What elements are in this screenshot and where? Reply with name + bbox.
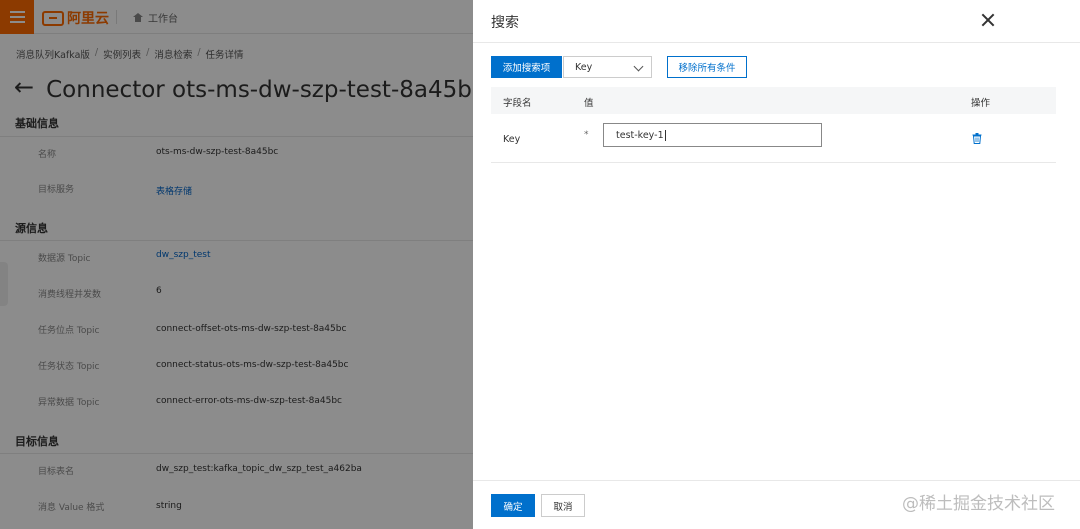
drawer-footer-divider [473, 480, 1080, 481]
add-search-item-button[interactable]: 添加搜索项 [491, 56, 562, 78]
condition-field-name: Key [503, 134, 521, 145]
text-cursor [664, 129, 666, 141]
cancel-button[interactable]: 取消 [541, 494, 585, 517]
column-header-action: 操作 [971, 98, 991, 109]
column-header-field: 字段名 [503, 98, 532, 109]
confirm-button[interactable]: 确定 [491, 494, 535, 517]
remove-all-conditions-button[interactable]: 移除所有条件 [667, 56, 747, 78]
drawer-header-divider [473, 42, 1080, 43]
drawer-title: 搜索 [491, 15, 519, 31]
condition-value-text: test-key-1 [616, 129, 664, 141]
search-drawer: 搜索 添加搜索项 Key 移除所有条件 字段名 值 操作 Key * test-… [473, 0, 1080, 529]
field-select-value: Key [575, 61, 593, 73]
watermark: @稀土掘金技术社区 [902, 494, 1055, 514]
condition-value-input[interactable]: test-key-1 [603, 123, 822, 147]
field-select[interactable]: Key [563, 56, 652, 78]
table-row: Key * test-key-1 [491, 115, 1056, 163]
chevron-down-icon [633, 61, 644, 72]
required-mark: * [584, 130, 589, 140]
column-header-value: 值 [584, 98, 594, 109]
delete-icon[interactable] [972, 133, 982, 144]
close-icon[interactable] [980, 12, 996, 28]
conditions-table-header: 字段名 值 操作 [491, 87, 1056, 114]
